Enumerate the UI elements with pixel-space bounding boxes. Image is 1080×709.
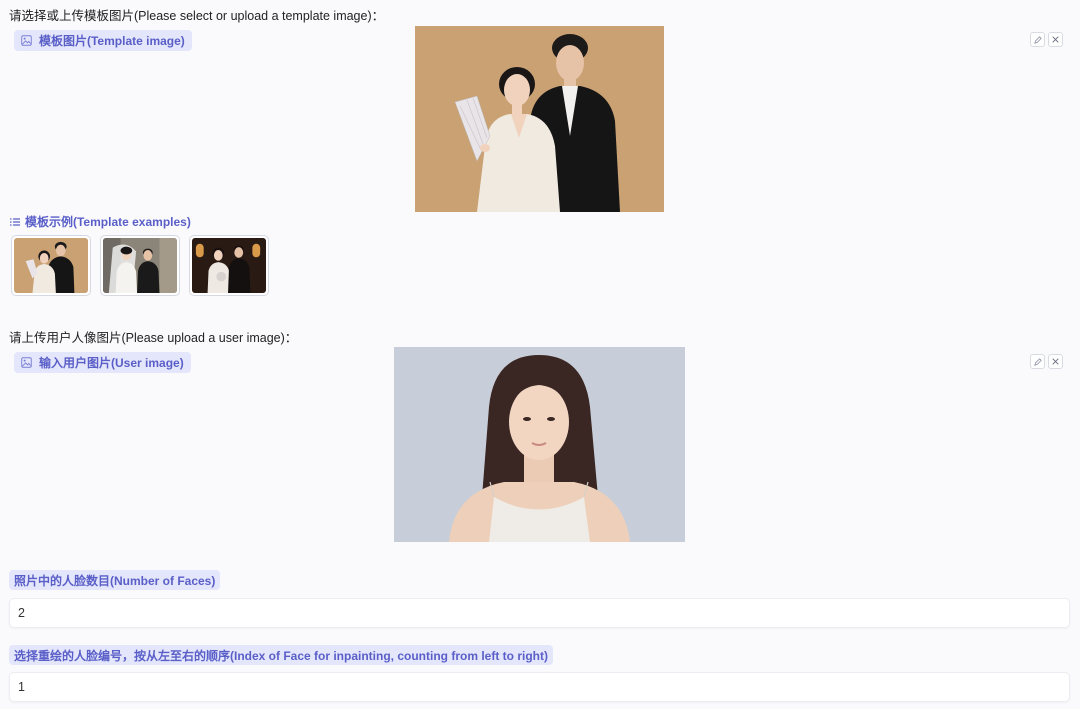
template-image-chip-label: 模板图片(Template image) <box>39 34 185 48</box>
list-icon <box>10 217 20 226</box>
num-faces-label: 照片中的人脸数目(Number of Faces) <box>9 570 221 590</box>
num-faces-input[interactable]: 2 <box>9 598 1070 628</box>
template-example-3[interactable] <box>189 235 269 296</box>
face-index-value: 1 <box>18 680 25 694</box>
close-icon <box>1052 36 1059 43</box>
face-index-label: 选择重绘的人脸编号，按从左至右的顺序(Index of Face for inp… <box>9 645 553 665</box>
user-clear-button[interactable] <box>1048 354 1063 369</box>
pencil-icon <box>1033 35 1042 44</box>
user-preview-image[interactable] <box>394 347 685 542</box>
image-icon <box>21 357 32 368</box>
template-edit-button[interactable] <box>1030 32 1045 47</box>
user-image-chip: 输入用户图片(User image) <box>14 352 191 373</box>
close-icon <box>1052 358 1059 365</box>
template-image-chip: 模板图片(Template image) <box>14 30 192 51</box>
template-examples-text: 模板示例(Template examples) <box>25 215 191 229</box>
template-examples-label: 模板示例(Template examples) <box>10 213 191 230</box>
num-faces-value: 2 <box>18 606 25 620</box>
template-clear-button[interactable] <box>1048 32 1063 47</box>
image-icon <box>21 35 32 46</box>
user-image-chip-label: 输入用户图片(User image) <box>39 356 184 370</box>
face-index-input[interactable]: 1 <box>9 672 1070 702</box>
user-prompt-text: 请上传用户人像图片(Please upload a user image)： <box>9 331 298 345</box>
template-preview-image[interactable] <box>415 26 664 212</box>
user-edit-button[interactable] <box>1030 354 1045 369</box>
template-prompt-text: 请选择或上传模板图片(Please select or upload a tem… <box>9 9 385 23</box>
template-example-2[interactable] <box>100 235 180 296</box>
pencil-icon <box>1033 357 1042 366</box>
template-example-1[interactable] <box>11 235 91 296</box>
